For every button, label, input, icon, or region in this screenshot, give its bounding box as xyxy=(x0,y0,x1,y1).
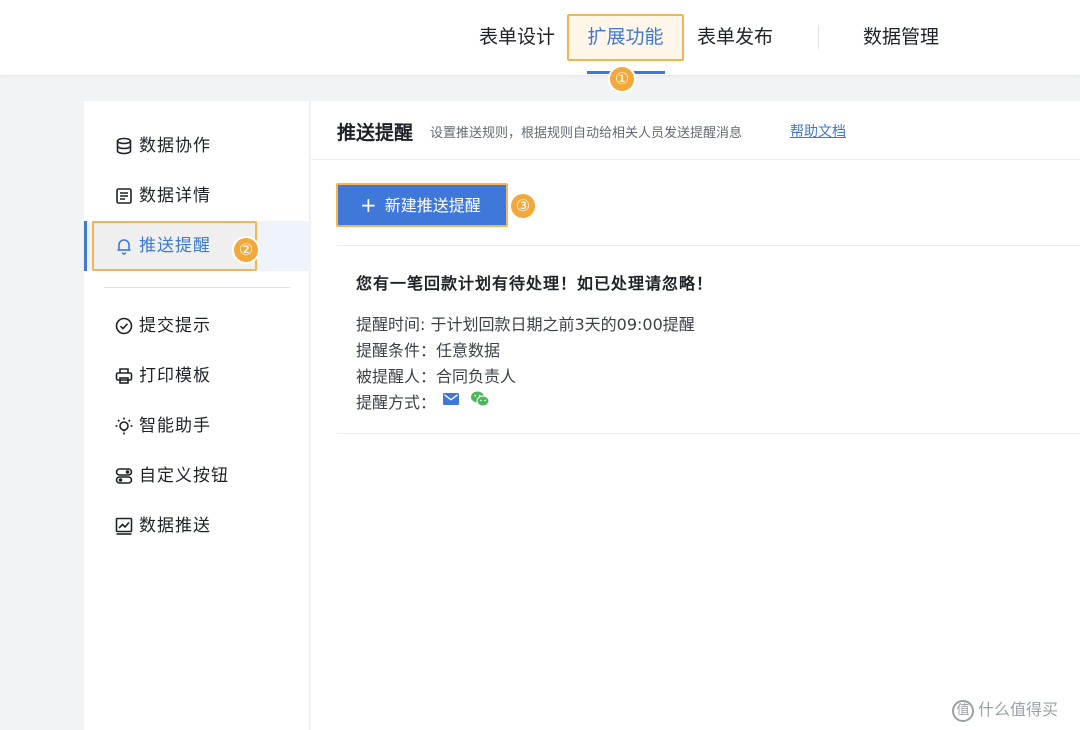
sidebar-item-label: 智能助手 xyxy=(139,416,211,436)
sidebar-item-data-collaboration[interactable]: 数据协作 xyxy=(84,121,310,171)
wechat-icon xyxy=(471,391,490,407)
tab-form-publish[interactable]: 表单发布 xyxy=(688,14,782,61)
lightbulb-icon xyxy=(115,417,133,435)
tab-extensions[interactable]: 扩展功能 xyxy=(567,14,684,61)
reminder-time: 提醒时间: 于计划回款日期之前3天的09:00提醒 xyxy=(356,315,695,334)
sidebar-item-label: 推送提醒 xyxy=(139,236,211,256)
watermark-text: 什么值得买 xyxy=(978,700,1059,719)
bell-icon xyxy=(117,239,131,255)
sidebar-item-submit-tip[interactable]: 提交提示 xyxy=(84,301,310,351)
tab-form-design[interactable]: 表单设计 xyxy=(470,14,564,61)
detail-icon xyxy=(116,188,132,204)
sidebar-item-data-push[interactable]: 数据推送 xyxy=(84,501,310,551)
page-title: 推送提醒 xyxy=(337,122,414,144)
watermark: 值什么值得买 xyxy=(952,696,1058,722)
sidebar-item-label: 打印模板 xyxy=(139,366,211,386)
main-header: 推送提醒 设置推送规则，根据规则自动给相关人员发送提醒消息 帮助文档 xyxy=(311,101,1080,160)
chart-icon xyxy=(115,517,133,535)
step-marker-3: ③ xyxy=(511,194,535,218)
step-marker-1: ① xyxy=(610,67,634,91)
sidebar-item-label: 自定义按钮 xyxy=(139,466,229,486)
sidebar-item-label: 数据详情 xyxy=(139,186,211,206)
sidebar: 数据协作 数据详情 推送提醒 提交提示 打印模板 智能助手 自定义按钮 数据推送 xyxy=(84,101,310,730)
sidebar-item-smart-assistant[interactable]: 智能助手 xyxy=(84,401,310,451)
printer-icon xyxy=(115,368,133,384)
reminder-condition: 提醒条件：任意数据 xyxy=(356,341,501,360)
step-marker-2: ② xyxy=(234,238,258,262)
sidebar-item-data-details[interactable]: 数据详情 xyxy=(84,171,310,221)
new-button-label: 新建推送提醒 xyxy=(384,196,481,215)
sidebar-item-print-template[interactable]: 打印模板 xyxy=(84,351,310,401)
reminder-method-label: 提醒方式： xyxy=(356,393,437,412)
sidebar-item-push-reminder[interactable]: 推送提醒 xyxy=(84,221,310,271)
main-panel: 推送提醒 设置推送规则，根据规则自动给相关人员发送提醒消息 帮助文档 + 新建推送… xyxy=(311,101,1080,730)
sidebar-item-label: 数据协作 xyxy=(139,136,211,156)
active-indicator xyxy=(84,221,87,271)
mail-icon xyxy=(443,393,459,405)
plus-icon: + xyxy=(360,193,377,217)
button-icon xyxy=(115,468,133,484)
reminder-title: 您有一笔回款计划有待处理！如已处理请忽略！ xyxy=(356,274,714,293)
top-nav: 表单设计 扩展功能 表单发布 数据管理 xyxy=(0,0,1080,75)
page-description: 设置推送规则，根据规则自动给相关人员发送提醒消息 xyxy=(430,126,743,141)
sidebar-item-label: 数据推送 xyxy=(139,516,211,536)
reminder-recipient: 被提醒人：合同负责人 xyxy=(356,367,517,386)
sidebar-item-custom-button[interactable]: 自定义按钮 xyxy=(84,451,310,501)
tab-data-management[interactable]: 数据管理 xyxy=(853,14,949,61)
tab-divider xyxy=(818,25,819,49)
reminder-card[interactable]: 您有一笔回款计划有待处理！如已处理请忽略！ 提醒时间: 于计划回款日期之前3天的… xyxy=(337,245,1080,434)
watermark-logo: 值 xyxy=(952,699,974,722)
help-doc-link[interactable]: 帮助文档 xyxy=(790,121,846,141)
database-icon xyxy=(116,137,132,155)
sidebar-item-label: 提交提示 xyxy=(139,316,211,336)
new-push-reminder-button[interactable]: + 新建推送提醒 xyxy=(336,183,508,227)
check-circle-icon xyxy=(115,317,133,335)
sidebar-divider xyxy=(104,287,290,288)
